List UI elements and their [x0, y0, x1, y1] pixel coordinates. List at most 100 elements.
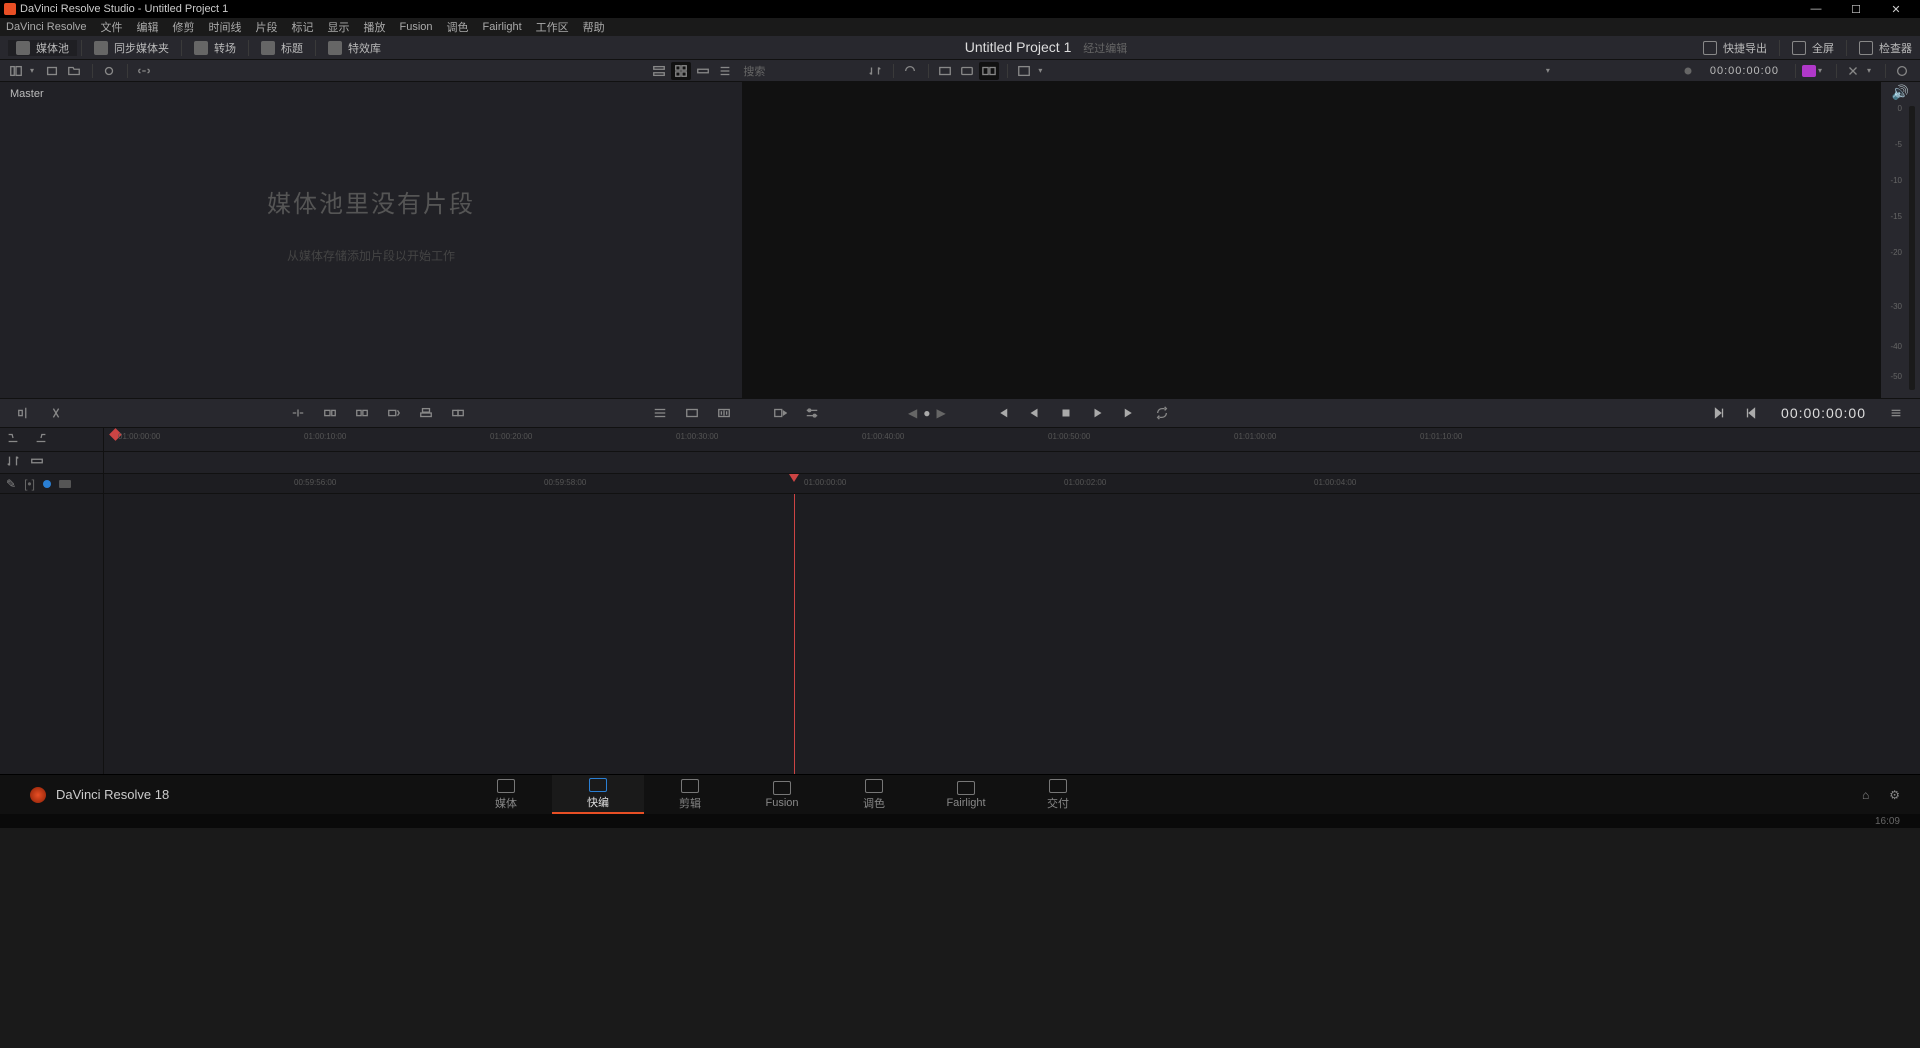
- menu-help[interactable]: 帮助: [583, 19, 605, 35]
- tab-cut[interactable]: 快编: [552, 775, 644, 814]
- current-edit-icon[interactable]: ●: [923, 406, 930, 420]
- marker-color-button[interactable]: [1802, 65, 1816, 77]
- timeline-free-button[interactable]: [34, 431, 52, 449]
- sync-clips-button[interactable]: [99, 62, 119, 80]
- timeline-menu-button[interactable]: [1884, 402, 1908, 424]
- import-folder-button[interactable]: [64, 62, 84, 80]
- resolution-button[interactable]: [900, 62, 920, 80]
- timeline-options-button[interactable]: [648, 402, 672, 424]
- menu-color[interactable]: 调色: [447, 19, 469, 35]
- chevron-down-icon[interactable]: ▾: [1818, 66, 1822, 75]
- menu-view[interactable]: 显示: [328, 19, 350, 35]
- menu-edit[interactable]: 编辑: [137, 19, 159, 35]
- detail-ruler-track[interactable]: 00:59:56:00 00:59:58:00 01:00:00:00 01:0…: [104, 474, 1920, 493]
- sync-bin-button[interactable]: 同步媒体夹: [86, 40, 177, 56]
- tab-deliver[interactable]: 交付: [1012, 775, 1104, 814]
- video-only-button[interactable]: [680, 402, 704, 424]
- append-button[interactable]: [318, 402, 342, 424]
- menu-app[interactable]: DaVinci Resolve: [6, 21, 87, 33]
- play-button[interactable]: [1086, 402, 1110, 424]
- bypass-button[interactable]: [1892, 62, 1912, 80]
- link-button[interactable]: [134, 62, 154, 80]
- tab-edit[interactable]: 剪辑: [644, 775, 736, 814]
- add-track-button[interactable]: [30, 454, 44, 471]
- snap-button[interactable]: ✎: [6, 477, 16, 491]
- tab-fairlight[interactable]: Fairlight: [920, 775, 1012, 814]
- inspector-button[interactable]: 检查器: [1859, 40, 1912, 56]
- source-timecode[interactable]: 00:00:00:00: [1710, 65, 1779, 77]
- smart-insert-button[interactable]: [286, 402, 310, 424]
- menu-workspace[interactable]: 工作区: [536, 19, 569, 35]
- chevron-down-icon[interactable]: ▾: [30, 66, 34, 75]
- project-settings-button[interactable]: ⚙: [1889, 788, 1900, 802]
- titles-button[interactable]: 标题: [253, 40, 311, 56]
- timeline-panel[interactable]: [0, 494, 1920, 774]
- prev-clip-button[interactable]: [1739, 402, 1763, 424]
- metadata-view-button[interactable]: [649, 62, 669, 80]
- media-pool-panel[interactable]: Master 媒体池里没有片段 从媒体存储添加片段以开始工作: [0, 82, 743, 398]
- chevron-down-icon[interactable]: ▾: [1867, 66, 1871, 75]
- tools-button[interactable]: [1843, 62, 1863, 80]
- maximize-button[interactable]: ☐: [1836, 3, 1876, 16]
- loop-button[interactable]: [1150, 402, 1174, 424]
- source-tape-button[interactable]: [935, 62, 955, 80]
- go-to-end-button[interactable]: [1118, 402, 1142, 424]
- play-reverse-button[interactable]: [1022, 402, 1046, 424]
- media-pool-button[interactable]: 媒体池: [8, 40, 77, 56]
- chevron-down-icon[interactable]: ▾: [1546, 66, 1550, 75]
- list-view-button[interactable]: [715, 62, 735, 80]
- menu-playback[interactable]: 播放: [364, 19, 386, 35]
- stop-button[interactable]: [1054, 402, 1078, 424]
- timeline-timecode[interactable]: 00:00:00:00: [1781, 405, 1866, 421]
- bin-list-button[interactable]: [6, 62, 26, 80]
- effects-button[interactable]: 特效库: [320, 40, 389, 56]
- audio-trim-button[interactable]: [43, 480, 51, 488]
- menu-fairlight[interactable]: Fairlight: [483, 21, 522, 33]
- boring-detector-button[interactable]: [12, 402, 36, 424]
- settings-button[interactable]: [800, 402, 824, 424]
- thumbnail-view-button[interactable]: [671, 62, 691, 80]
- tab-color[interactable]: 调色: [828, 775, 920, 814]
- tab-fusion[interactable]: Fusion: [736, 775, 828, 814]
- ripple-overwrite-button[interactable]: [350, 402, 374, 424]
- strip-view-button[interactable]: [693, 62, 713, 80]
- minimize-button[interactable]: —: [1796, 3, 1836, 15]
- menu-fusion[interactable]: Fusion: [400, 21, 433, 33]
- transitions-button[interactable]: 转场: [186, 40, 244, 56]
- prev-edit-icon[interactable]: ◀: [908, 406, 917, 420]
- playhead-line[interactable]: [794, 494, 795, 774]
- import-media-button[interactable]: [42, 62, 62, 80]
- timeline-tracks[interactable]: [104, 494, 1920, 774]
- marker-button[interactable]: [•]: [24, 477, 35, 491]
- home-button[interactable]: ⌂: [1862, 788, 1869, 802]
- record-button[interactable]: [1678, 62, 1698, 80]
- next-edit-icon[interactable]: ▶: [936, 406, 945, 420]
- source-overwrite-button[interactable]: [446, 402, 470, 424]
- split-button[interactable]: [44, 402, 68, 424]
- menu-trim[interactable]: 修剪: [173, 19, 195, 35]
- detail-playhead[interactable]: [794, 474, 799, 482]
- safe-area-button[interactable]: [1014, 62, 1034, 80]
- tab-media[interactable]: 媒体: [460, 775, 552, 814]
- close-up-button[interactable]: [382, 402, 406, 424]
- close-button[interactable]: ✕: [1876, 3, 1916, 16]
- go-to-start-button[interactable]: [990, 402, 1014, 424]
- place-on-top-button[interactable]: [414, 402, 438, 424]
- next-clip-button[interactable]: [1707, 402, 1731, 424]
- quick-export-button[interactable]: 快捷导出: [1703, 40, 1767, 56]
- menu-mark[interactable]: 标记: [292, 19, 314, 35]
- dual-viewer-button[interactable]: [979, 62, 999, 80]
- chevron-down-icon[interactable]: ▾: [1038, 66, 1042, 75]
- overview-ruler-track[interactable]: 01:00:00:00 01:00:10:00 01:00:20:00 01:0…: [104, 428, 1920, 451]
- viewer-panel[interactable]: [743, 82, 1880, 398]
- master-bin-label[interactable]: Master: [0, 82, 742, 106]
- source-clip-button[interactable]: [957, 62, 977, 80]
- audio-only-button[interactable]: [712, 402, 736, 424]
- search-input[interactable]: 搜索: [743, 63, 765, 79]
- timeline-locked-button[interactable]: [6, 431, 24, 449]
- speaker-icon[interactable]: 🔊: [1892, 84, 1909, 101]
- menu-timeline[interactable]: 时间线: [209, 19, 242, 35]
- track-sort-button[interactable]: [6, 454, 20, 471]
- flag-button[interactable]: [59, 480, 71, 488]
- sort-button[interactable]: [865, 62, 885, 80]
